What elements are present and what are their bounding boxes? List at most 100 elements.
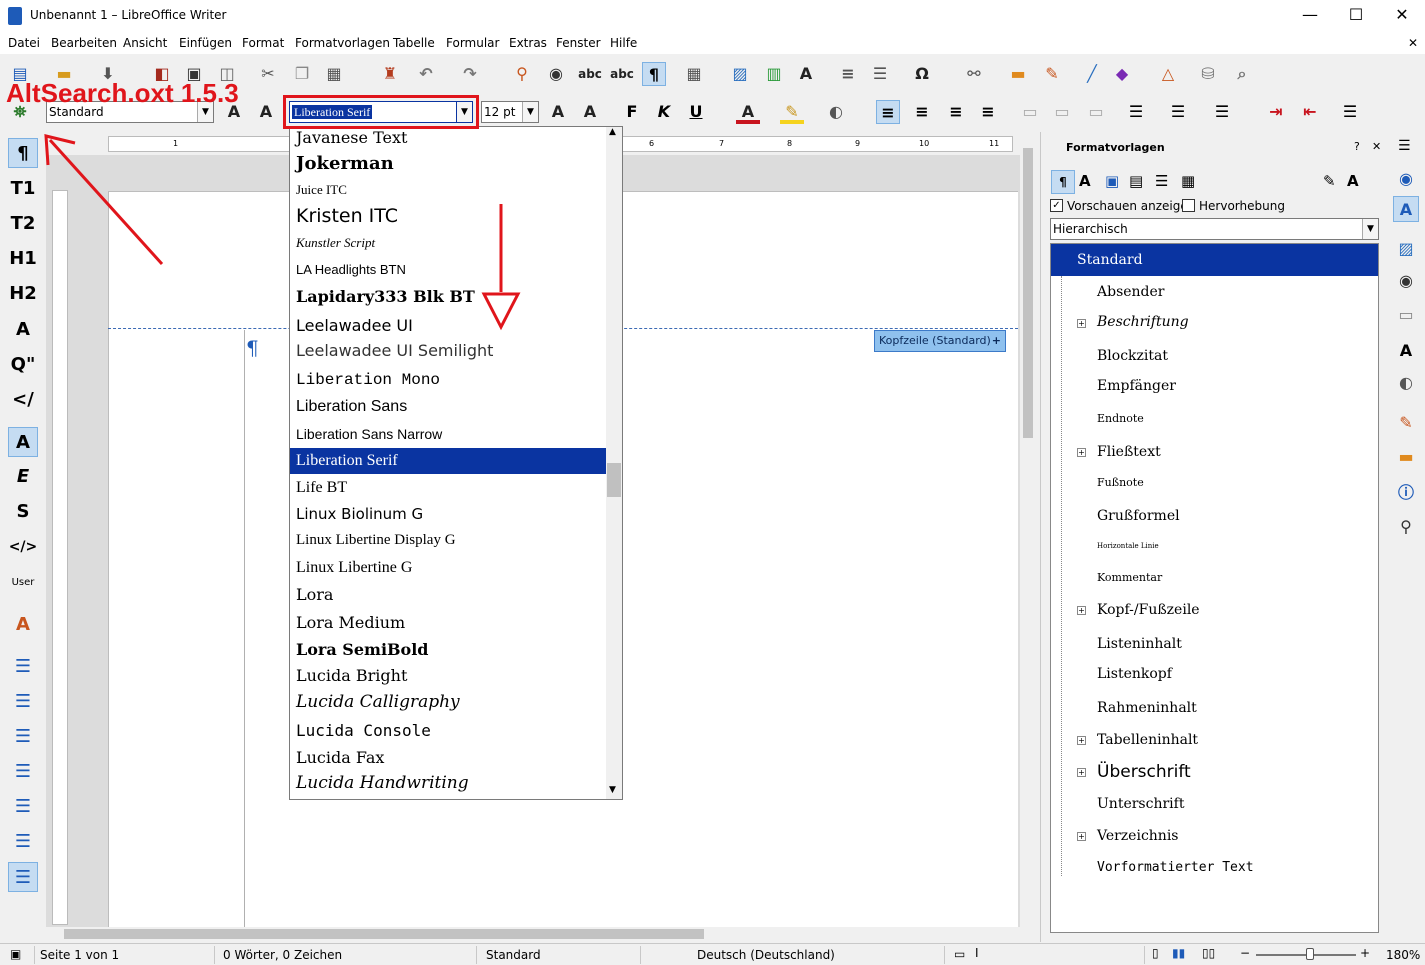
list-style-bullet-icon[interactable]: ☰: [8, 652, 38, 682]
style-list[interactable]: − Standard Absender + Beschriftung Block…: [1050, 243, 1379, 933]
list-style-number-icon[interactable]: ☰: [8, 687, 38, 717]
page-styles-icon[interactable]: ▤: [1129, 172, 1143, 190]
scroll-down-icon[interactable]: ▼: [609, 785, 616, 795]
font-option[interactable]: Lucida Handwriting: [290, 770, 606, 796]
style-item[interactable]: Empfänger: [1097, 378, 1176, 394]
align-right-icon[interactable]: ≡: [944, 100, 968, 124]
style-item[interactable]: Rahmeninhalt: [1097, 700, 1197, 716]
gallery-icon[interactable]: ▨: [1393, 236, 1419, 262]
character-styles-icon[interactable]: A: [1079, 172, 1091, 190]
manage-changes-icon[interactable]: ◐: [1393, 370, 1419, 396]
font-option[interactable]: Lucida Fax: [290, 745, 606, 771]
chevron-down-icon[interactable]: ▼: [1362, 219, 1378, 239]
expand-icon[interactable]: +: [1077, 319, 1086, 328]
style-item[interactable]: Listeninhalt: [1097, 636, 1182, 652]
list-style-outline-icon[interactable]: ☰: [8, 792, 38, 822]
align-center-icon[interactable]: ≡: [910, 100, 934, 124]
zoom-in-icon[interactable]: +: [1360, 946, 1370, 960]
horizontal-scrollbar[interactable]: [46, 927, 1020, 941]
style-default-character[interactable]: A: [8, 427, 38, 457]
info-icon[interactable]: ⓘ: [1393, 480, 1419, 506]
font-option[interactable]: Lucida Console: [290, 718, 606, 744]
database-icon[interactable]: ⛁: [1196, 62, 1220, 86]
font-option[interactable]: Liberation Sans Narrow: [290, 421, 606, 447]
scrollbar-thumb[interactable]: [607, 463, 621, 497]
font-option[interactable]: Liberation Mono: [290, 367, 606, 393]
style-item[interactable]: Kopf-/Fußzeile: [1097, 602, 1200, 618]
expand-icon[interactable]: +: [1077, 832, 1086, 841]
vertical-scrollbar[interactable]: [1020, 136, 1036, 926]
style-filter-combo[interactable]: Hierarchisch ▼: [1050, 218, 1379, 240]
insert-table-icon[interactable]: ▦: [682, 62, 706, 86]
scrollbar-thumb[interactable]: [1023, 148, 1033, 438]
font-option[interactable]: Linux Libertine G: [290, 555, 606, 581]
highlight-icon[interactable]: ✎: [780, 100, 804, 124]
style-item[interactable]: Verzeichnis: [1097, 828, 1178, 844]
line-spacing-icon[interactable]: ☰: [1338, 100, 1362, 124]
selection-mode-icon[interactable]: ▭: [954, 947, 965, 961]
style-item[interactable]: Überschrift: [1097, 762, 1191, 782]
style-item[interactable]: Horizontale Linie: [1097, 542, 1159, 550]
expand-icon[interactable]: +: [1077, 448, 1086, 457]
bullet-list-icon[interactable]: ☰: [1124, 100, 1148, 124]
plus-icon[interactable]: +: [992, 331, 1001, 351]
hyperlink-icon[interactable]: ⚯: [962, 62, 986, 86]
insert-chart-icon[interactable]: ▥: [762, 62, 786, 86]
font-color-icon[interactable]: A: [736, 100, 760, 124]
word-count[interactable]: 0 Wörter, 0 Zeichen: [223, 948, 342, 962]
page-style[interactable]: Standard: [486, 948, 541, 962]
style-quotations[interactable]: Q": [8, 350, 38, 380]
expand-icon[interactable]: +: [1077, 736, 1086, 745]
show-previews-checkbox[interactable]: ✓: [1050, 199, 1063, 212]
dropdown-scrollbar[interactable]: ▲ ▼: [606, 127, 622, 799]
comments-deck-icon[interactable]: ▬: [1393, 444, 1419, 470]
justify-icon[interactable]: ≡: [976, 100, 1000, 124]
draw-functions-icon[interactable]: △: [1156, 62, 1180, 86]
numbered-list-icon[interactable]: ☰: [1166, 100, 1190, 124]
font-option[interactable]: Lora SemiBold: [290, 637, 606, 663]
style-source-text[interactable]: </>: [8, 532, 38, 562]
multi-page-view-icon[interactable]: ▮▮: [1172, 946, 1185, 960]
zoom-slider-handle[interactable]: [1306, 948, 1314, 960]
style-item[interactable]: Vorformatierter Text: [1097, 860, 1254, 875]
book-view-icon[interactable]: ▯▯: [1202, 946, 1215, 960]
list-styles-icon[interactable]: ☰: [1155, 172, 1168, 190]
list-style-none-icon[interactable]: ☰: [8, 862, 38, 892]
table-styles-icon[interactable]: ▦: [1181, 172, 1195, 190]
new-style-menu-icon[interactable]: A: [1347, 172, 1359, 190]
find-deck-icon[interactable]: ⚲: [1393, 514, 1419, 540]
insert-textbox-icon[interactable]: A: [794, 62, 818, 86]
style-item[interactable]: Tabelleninhalt: [1097, 732, 1198, 748]
underline-icon[interactable]: U: [684, 100, 708, 124]
style-item[interactable]: Unterschrift: [1097, 796, 1184, 812]
bold-icon[interactable]: F: [620, 100, 644, 124]
style-inspector-icon[interactable]: A: [1393, 338, 1419, 364]
font-option[interactable]: Lora: [290, 582, 606, 608]
highlight-checkbox[interactable]: [1182, 199, 1195, 212]
autospell-icon[interactable]: abc: [610, 62, 634, 86]
list-style-indent-icon[interactable]: ☰: [8, 827, 38, 857]
style-preformatted[interactable]: </: [8, 385, 38, 415]
font-option[interactable]: Linux Biolinum G: [290, 501, 606, 527]
expand-icon[interactable]: +: [1077, 768, 1086, 777]
language[interactable]: Deutsch (Deutschland): [697, 948, 835, 962]
styles-deck-icon[interactable]: A: [1393, 196, 1419, 222]
fill-format-icon[interactable]: ✎: [1323, 172, 1336, 190]
sidebar-help-button[interactable]: ?: [1354, 140, 1360, 153]
font-option[interactable]: Lucida Calligraphy: [290, 689, 606, 715]
font-option[interactable]: Liberation Sans: [290, 394, 606, 420]
basic-shapes-icon[interactable]: ◆: [1110, 62, 1134, 86]
scroll-up-icon[interactable]: ▲: [609, 127, 616, 137]
decrease-indent-icon[interactable]: ⇤: [1298, 100, 1322, 124]
expand-icon[interactable]: +: [1077, 606, 1086, 615]
style-item[interactable]: Fließtext: [1097, 444, 1161, 460]
style-strong[interactable]: S: [8, 497, 38, 527]
page-deck-icon[interactable]: ▭: [1393, 302, 1419, 328]
list-style-roman-icon[interactable]: ☰: [8, 757, 38, 787]
font-option[interactable]: Linux Libertine Display G: [290, 527, 606, 553]
scrollbar-thumb[interactable]: [64, 929, 704, 939]
header-tag[interactable]: Kopfzeile (Standard) +: [874, 330, 1006, 352]
single-page-view-icon[interactable]: ▯: [1152, 946, 1159, 960]
style-item[interactable]: Endnote: [1097, 412, 1144, 425]
character-background-icon[interactable]: ◐: [824, 100, 848, 124]
